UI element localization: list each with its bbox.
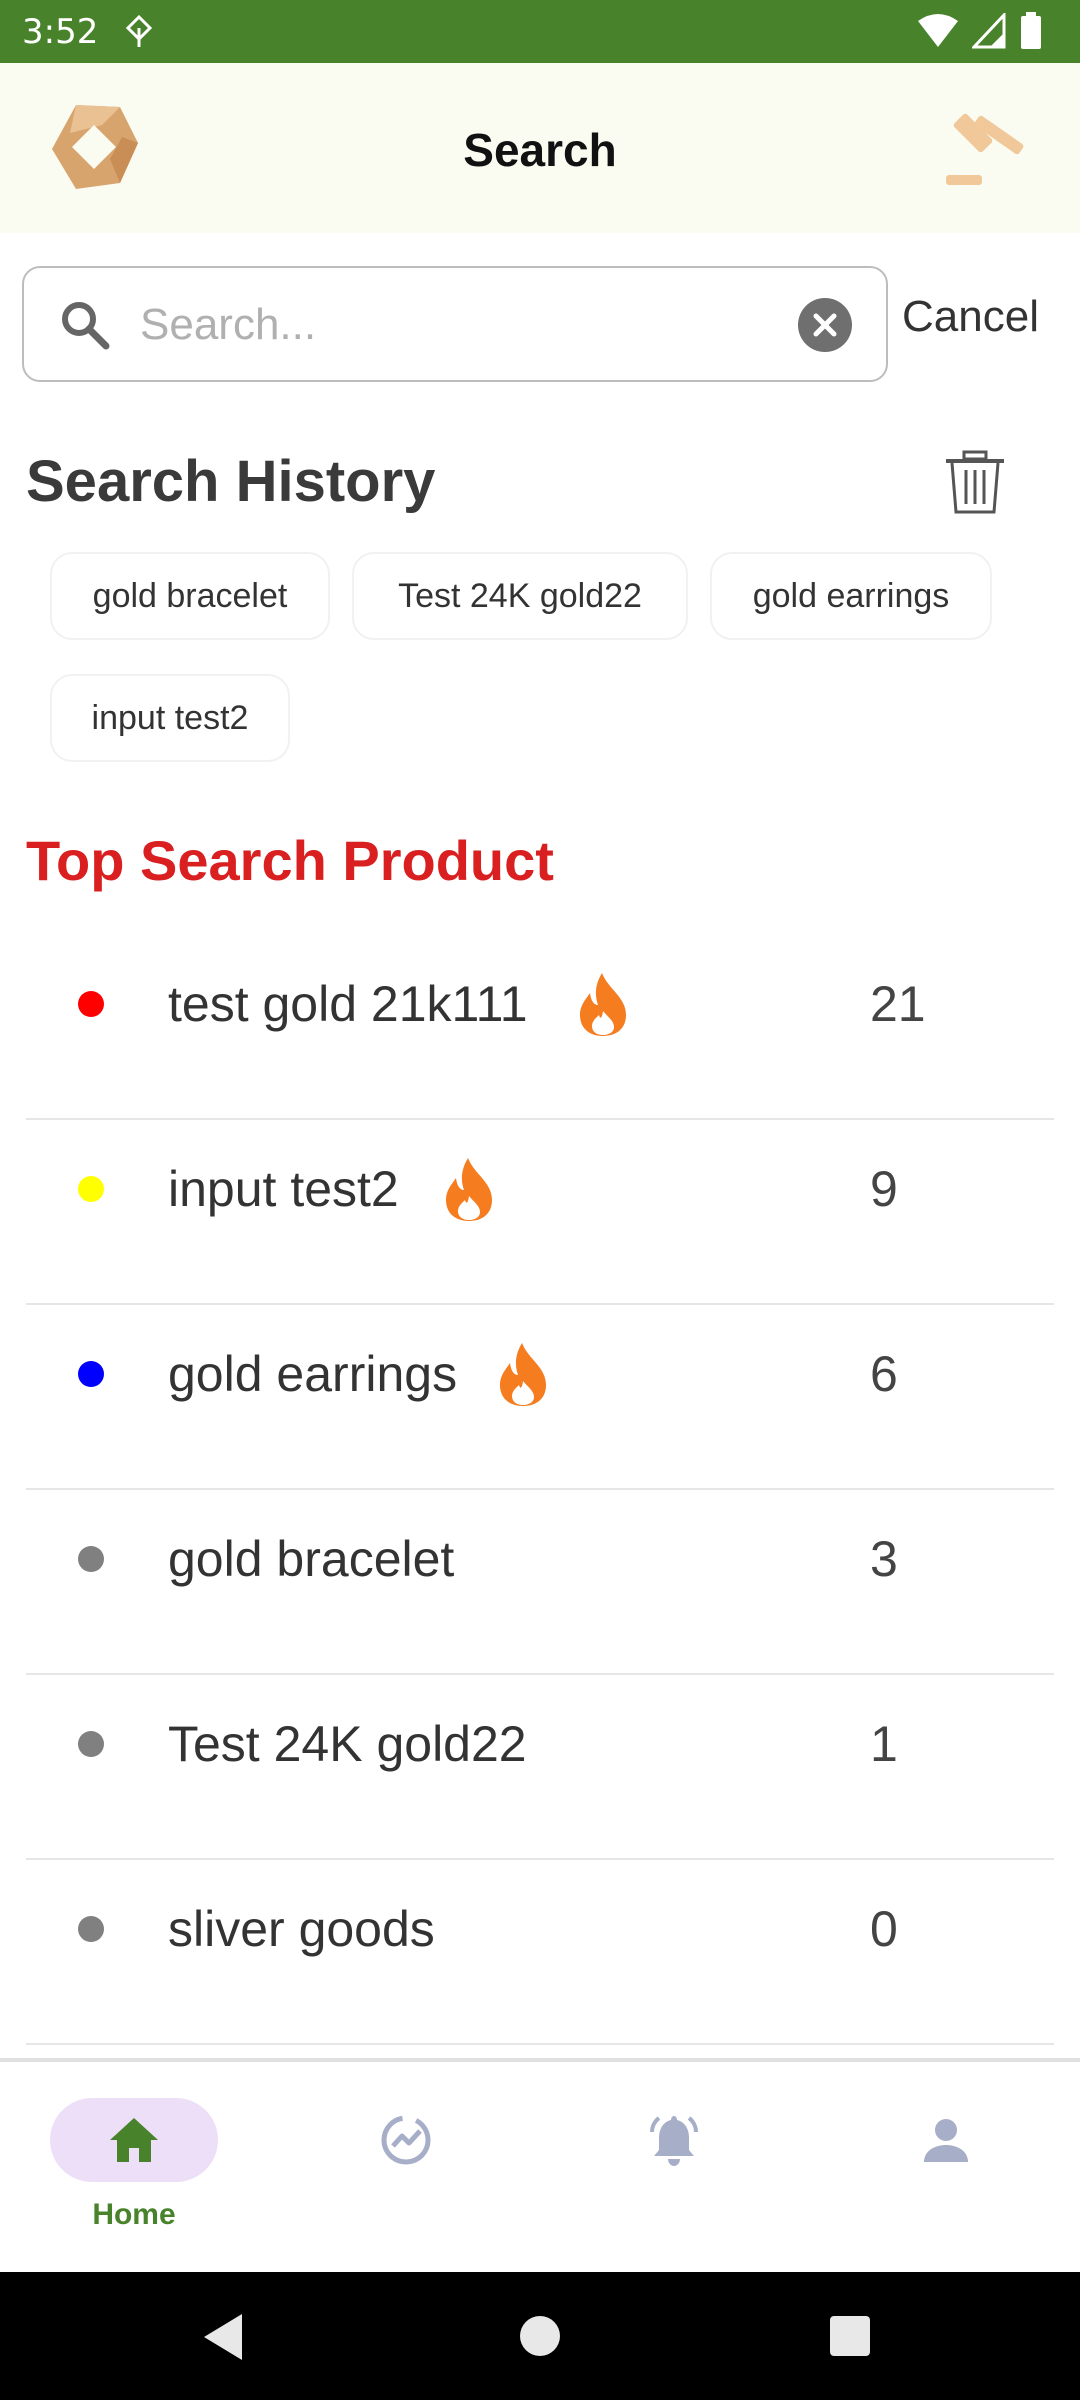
- list-item[interactable]: Test 24K gold22 1: [26, 1675, 1054, 1860]
- rank-dot: [78, 991, 104, 1017]
- trash-icon[interactable]: [944, 450, 1006, 514]
- search-count: 0: [870, 1901, 898, 1957]
- rank-dot: [78, 1176, 104, 1202]
- search-history-title: Search History: [26, 449, 436, 514]
- signal-icon: [972, 13, 1006, 49]
- history-chip[interactable]: gold bracelet: [50, 552, 330, 640]
- fire-icon: [446, 1158, 492, 1221]
- search-icon: [62, 302, 110, 350]
- recent-apps-button[interactable]: [830, 2316, 870, 2356]
- person-icon: [924, 2119, 968, 2162]
- history-chip[interactable]: Test 24K gold22: [352, 552, 688, 640]
- search-input[interactable]: [140, 290, 790, 360]
- top-search-title: Top Search Product: [26, 829, 554, 892]
- status-bar: 3:52: [0, 0, 1080, 63]
- rank-dot: [78, 1361, 104, 1387]
- nav-label-home: Home: [92, 2198, 176, 2231]
- cancel-button[interactable]: Cancel: [902, 292, 1039, 342]
- nav-item-notifications[interactable]: [590, 2098, 758, 2248]
- fire-icon: [580, 973, 626, 1036]
- search-count: 21: [870, 976, 926, 1032]
- bottom-navigation: Home: [0, 2058, 1080, 2272]
- app-header: Search: [0, 63, 1080, 233]
- clear-search-icon[interactable]: [798, 298, 852, 352]
- product-name: Test 24K gold22: [168, 1716, 527, 1772]
- product-name: sliver goods: [168, 1901, 435, 1957]
- product-name: gold earrings: [168, 1346, 458, 1402]
- system-navigation-bar: [0, 2272, 1080, 2400]
- nav-item-profile[interactable]: [862, 2098, 1030, 2248]
- bell-icon: [650, 2116, 698, 2166]
- top-search-list: test gold 21k111 21 input test2 9 gold e…: [26, 935, 1054, 2045]
- home-icon: [110, 2118, 158, 2162]
- list-item[interactable]: gold earrings 6: [26, 1305, 1054, 1490]
- list-item[interactable]: gold bracelet 3: [26, 1490, 1054, 1675]
- rank-dot: [78, 1546, 104, 1572]
- back-icon[interactable]: [202, 2312, 246, 2362]
- list-item[interactable]: test gold 21k111 21: [26, 935, 1054, 1120]
- history-chip[interactable]: input test2: [50, 674, 290, 762]
- wifi-icon: [918, 14, 958, 47]
- list-item[interactable]: input test2 9: [26, 1120, 1054, 1305]
- system-home-button[interactable]: [520, 2316, 560, 2356]
- nav-item-home[interactable]: Home: [50, 2098, 218, 2248]
- fire-icon: [500, 1343, 546, 1406]
- search-count: 1: [870, 1716, 898, 1772]
- page-title: Search: [463, 124, 617, 176]
- status-icons: [918, 12, 1042, 50]
- rank-dot: [78, 1916, 104, 1942]
- activity-chart-icon: [381, 2115, 431, 2165]
- history-chip[interactable]: gold earrings: [710, 552, 992, 640]
- search-count: 6: [870, 1346, 898, 1402]
- data-saver-icon: [126, 14, 153, 47]
- nav-item-activity[interactable]: [322, 2098, 490, 2248]
- search-count: 9: [870, 1161, 898, 1217]
- product-name: input test2: [168, 1161, 399, 1217]
- rank-dot: [78, 1731, 104, 1757]
- search-count: 3: [870, 1531, 898, 1587]
- list-item[interactable]: sliver goods 0: [26, 1860, 1054, 2045]
- search-box: [22, 266, 888, 382]
- battery-icon: [1021, 12, 1041, 49]
- status-time: 3:52: [22, 11, 99, 52]
- product-name: test gold 21k111: [168, 976, 528, 1032]
- auction-gavel-icon[interactable]: [942, 103, 1034, 193]
- product-name: gold bracelet: [168, 1531, 455, 1587]
